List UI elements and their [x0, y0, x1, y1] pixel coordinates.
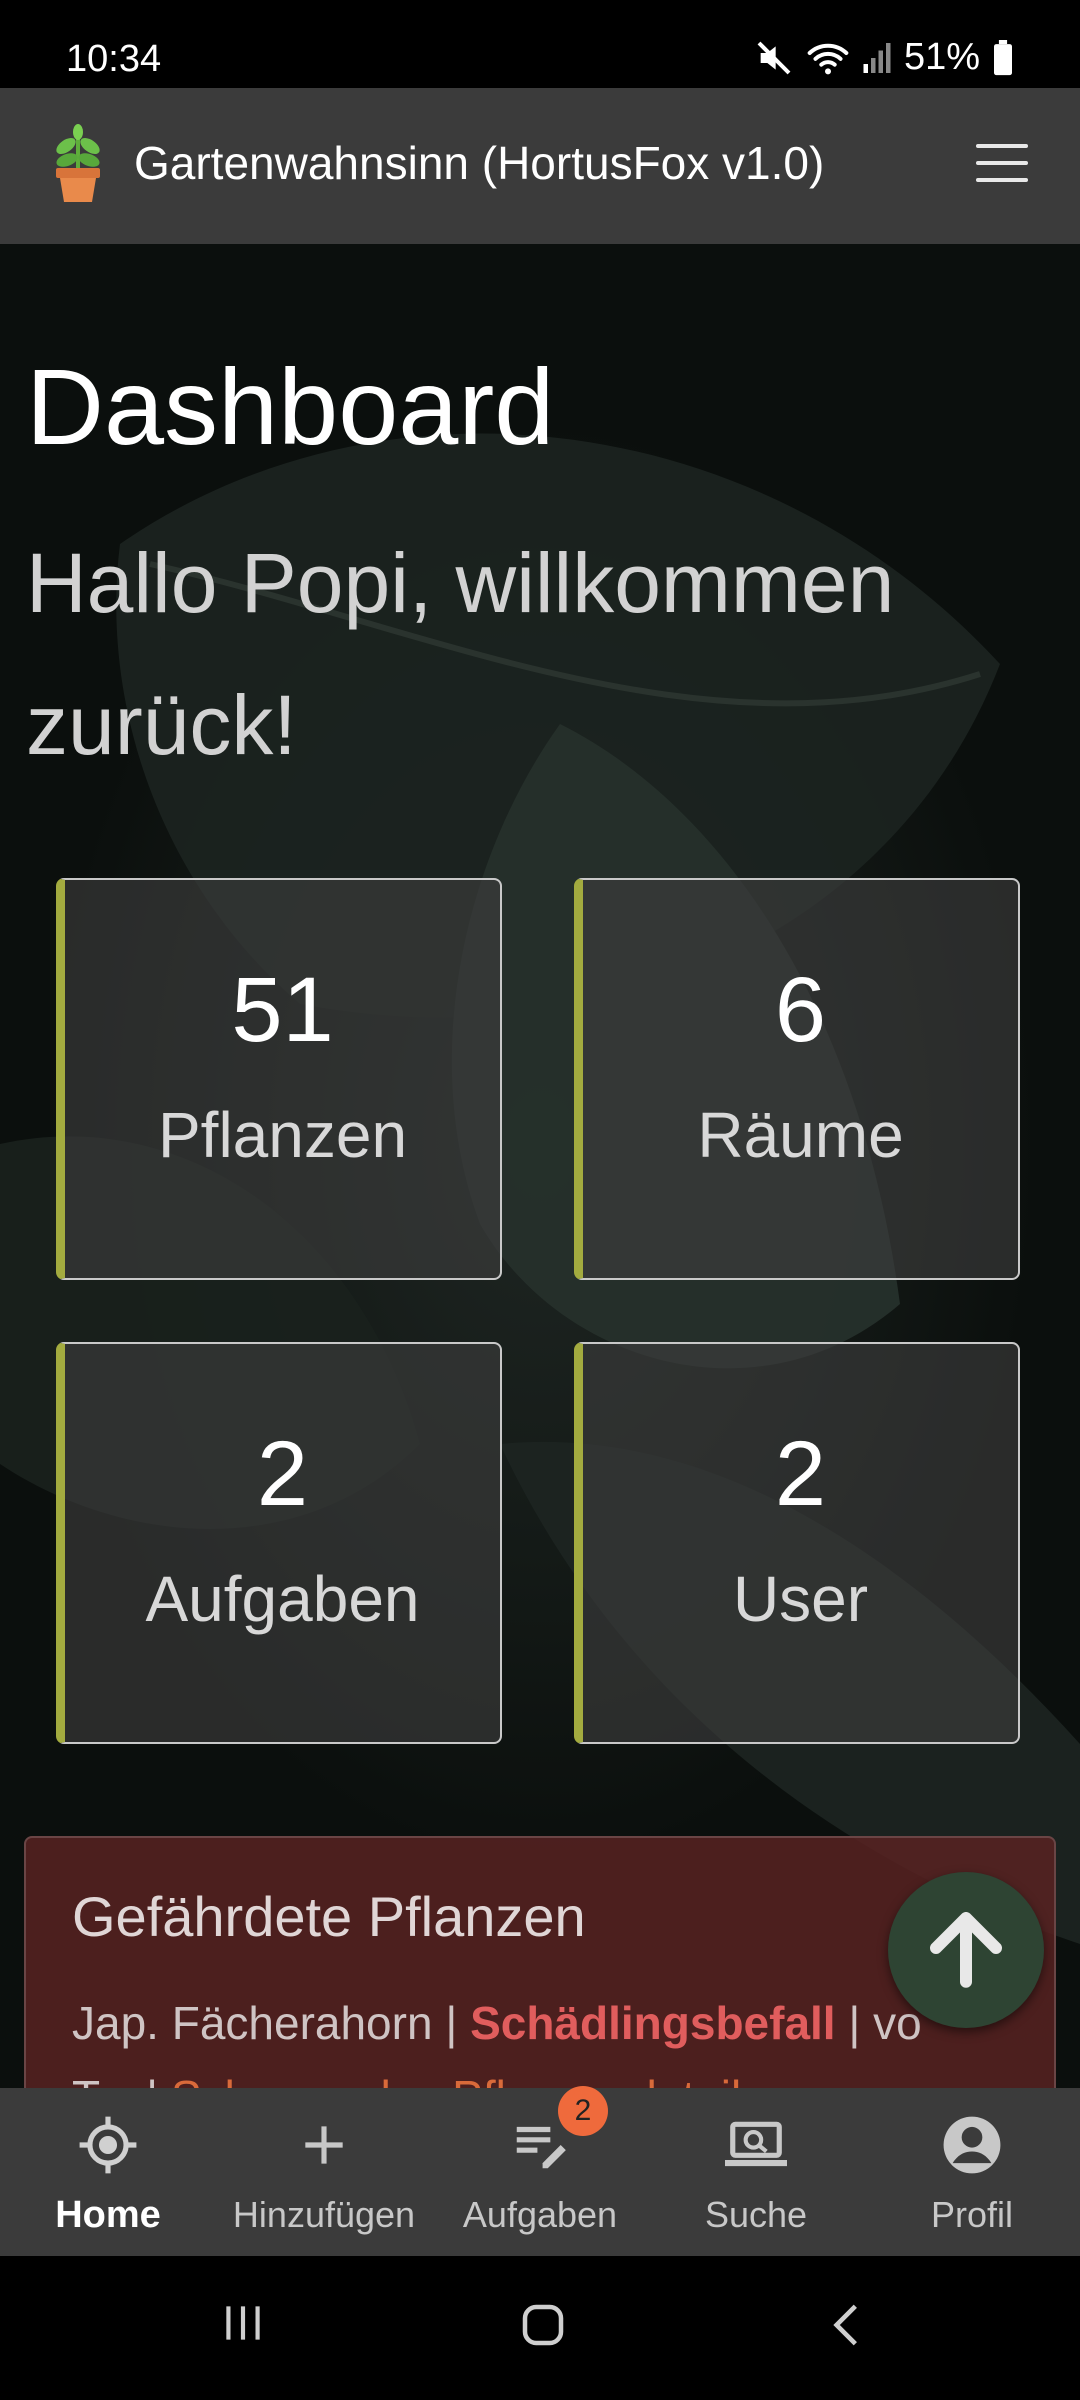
endangered-plants-title: Gefährdete Pflanzen [72, 1885, 586, 1948]
stat-label: Pflanzen [157, 1099, 408, 1171]
profile-icon [941, 2114, 1003, 2178]
mute-icon [754, 38, 794, 78]
battery-percent: 51% [903, 36, 980, 78]
nav-label: Hinzufügen [232, 2194, 416, 2235]
nav-label: Suche [704, 2194, 808, 2235]
nav-add[interactable]: Hinzufügen [216, 2088, 432, 2256]
nav-label: Profil [930, 2194, 1014, 2235]
stat-value: 6 [774, 959, 827, 1061]
bottom-navigation: Home Hinzufügen Aufgaben Suche Profil [0, 2088, 1080, 2256]
nav-tasks[interactable]: Aufgaben [432, 2088, 648, 2256]
home-button[interactable] [516, 2298, 570, 2357]
recent-apps-button[interactable] [218, 2298, 268, 2353]
stat-card-tasks[interactable]: 2 Aufgaben [56, 1342, 502, 1744]
arrow-up-icon [921, 1903, 1011, 1998]
hamburger-menu-icon[interactable] [976, 144, 1028, 184]
endangered-plant-row: Jap. Fächerahorn | Schädlingsbefall | vo [72, 1997, 922, 2049]
nav-home[interactable]: Home [0, 2088, 216, 2256]
scroll-to-top-button[interactable] [888, 1872, 1044, 2028]
stat-card-users[interactable]: 2 User [574, 1342, 1020, 1744]
dashboard-content: Dashboard Hallo Popi, willkommen zurück!… [0, 244, 1080, 2088]
home-target-icon [77, 2114, 139, 2178]
nav-search[interactable]: Suche [648, 2088, 864, 2256]
plus-icon [296, 2114, 352, 2178]
stat-label: Räume [697, 1099, 904, 1171]
search-laptop-icon [721, 2114, 791, 2178]
app-bar: Gartenwahnsinn (HortusFox v1.0) [0, 88, 1080, 244]
nav-label: Aufgaben [462, 2194, 618, 2235]
stat-value: 2 [774, 1423, 827, 1525]
wifi-icon [806, 38, 850, 78]
stat-label: User [732, 1563, 869, 1635]
plant-details-link[interactable]: Schauen des Pflanzendetails [171, 2071, 764, 2088]
battery-icon [992, 39, 1014, 76]
plant-name[interactable]: Jap. Fächerahorn [72, 1997, 433, 2049]
status-icons: 51% [754, 36, 1014, 79]
stat-value: 51 [231, 959, 334, 1061]
stat-label: Aufgaben [145, 1563, 420, 1635]
stat-card-rooms[interactable]: 6 Räume [574, 878, 1020, 1280]
potted-plant-icon[interactable] [48, 124, 108, 204]
page-title: Dashboard [26, 346, 555, 467]
welcome-message: Hallo Popi, willkommen zurück! [26, 536, 895, 772]
system-navigation-bar [0, 2256, 1080, 2400]
stat-card-plants[interactable]: 51 Pflanzen [56, 878, 502, 1280]
back-button[interactable] [822, 2298, 872, 2357]
signal-icon [862, 39, 892, 77]
nav-label: Home [55, 2194, 161, 2236]
nav-profile[interactable]: Profil [864, 2088, 1080, 2256]
endangered-plant-row-2: T... | Schauen des Pflanzendetails [72, 2070, 764, 2088]
app-title: Gartenwahnsinn (HortusFox v1.0) [134, 137, 825, 189]
stat-value: 2 [256, 1423, 309, 1525]
tasks-count-badge: 2 [558, 2086, 608, 2136]
plant-health-status: Schädlingsbefall [470, 1997, 836, 2049]
status-time: 10:34 [66, 38, 162, 80]
status-bar: 10:34 51% [0, 0, 1080, 88]
